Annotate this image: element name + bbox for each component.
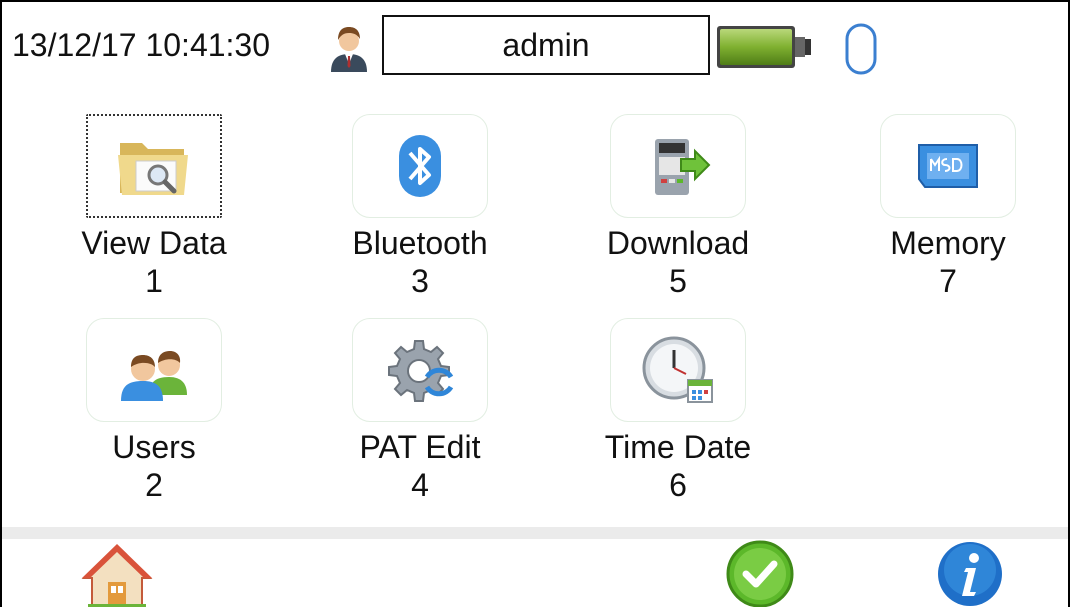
- menu-label: Time Date: [604, 429, 752, 465]
- footer-divider: [2, 527, 1068, 539]
- menu-label: Users: [112, 429, 196, 465]
- device-screen: 13/12/17 10:41:30 admin View Data 1 Blue…: [0, 0, 1070, 607]
- clock-calendar-icon: [610, 318, 746, 422]
- menu-label: Bluetooth: [352, 225, 488, 261]
- download-icon: [610, 114, 746, 218]
- menu-time-date[interactable]: Time Date 6: [578, 318, 778, 504]
- confirm-icon[interactable]: [726, 540, 794, 607]
- menu-number: 2: [145, 467, 163, 503]
- menu-view-data[interactable]: View Data 1: [54, 114, 254, 300]
- user-icon: [331, 27, 367, 72]
- menu-pat-edit[interactable]: PAT Edit 4: [320, 318, 520, 504]
- menu-users[interactable]: Users 2: [54, 318, 254, 504]
- users-icon: [86, 318, 222, 422]
- menu-number: 4: [411, 467, 429, 503]
- home-icon[interactable]: [80, 542, 154, 607]
- battery-icon: [717, 26, 811, 68]
- menu-number: 5: [669, 263, 687, 299]
- menu-label: View Data: [81, 225, 227, 261]
- menu-label: Download: [606, 225, 750, 261]
- menu-number: 1: [145, 263, 163, 299]
- menu-bluetooth[interactable]: Bluetooth 3: [320, 114, 520, 300]
- menu-label: Memory: [890, 225, 1006, 261]
- menu-memory[interactable]: Memory 7: [848, 114, 1048, 300]
- user-field[interactable]: admin: [382, 15, 710, 75]
- micro-sd-icon: [880, 114, 1016, 218]
- menu-number: 3: [411, 263, 429, 299]
- bluetooth-icon: [352, 114, 488, 218]
- menu-number: 7: [939, 263, 957, 299]
- gear-sync-icon: [352, 318, 488, 422]
- status-bar: 13/12/17 10:41:30 admin: [2, 2, 1068, 90]
- folder-search-icon: [86, 114, 222, 218]
- menu-download[interactable]: Download 5: [578, 114, 778, 300]
- info-icon[interactable]: [936, 540, 1004, 607]
- datetime-display: 13/12/17 10:41:30: [12, 27, 271, 63]
- menu-number: 6: [669, 467, 687, 503]
- usb-icon: [845, 23, 877, 75]
- menu-label: PAT Edit: [359, 429, 481, 465]
